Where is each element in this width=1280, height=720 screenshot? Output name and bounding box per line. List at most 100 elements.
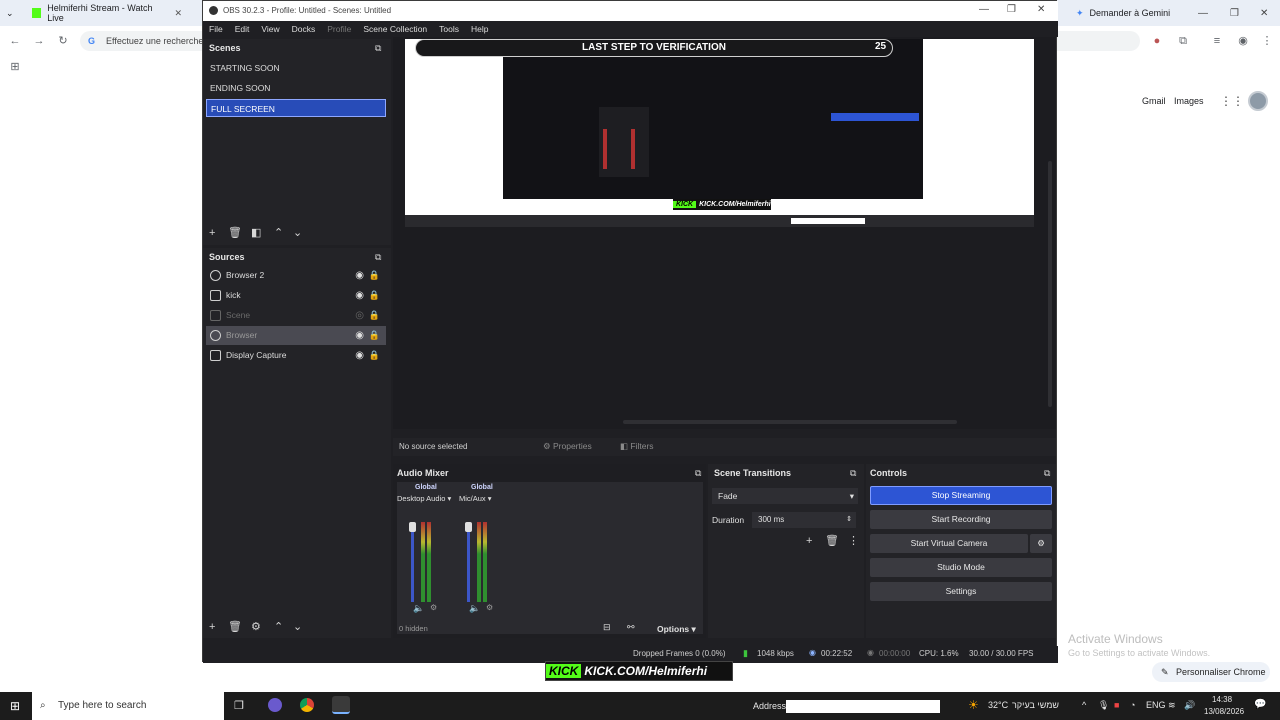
add-scene-icon[interactable]: + <box>209 227 215 239</box>
menu-docks[interactable]: Docks <box>292 21 316 37</box>
obs-maximize-button[interactable]: ❐ <box>1007 4 1016 15</box>
gemini-button[interactable]: ✦ Demander à Gemini <box>1076 3 1170 23</box>
address-toolbar-input[interactable] <box>786 700 940 713</box>
desktop-audio-fader[interactable] <box>411 522 414 602</box>
scene-item-full-screen[interactable]: FULL SECREEN <box>206 99 386 117</box>
move-up-icon[interactable]: ⌃ <box>274 621 283 633</box>
lock-icon[interactable]: 🔒 <box>369 306 380 325</box>
volume-icon[interactable]: 🔊 <box>1184 700 1195 711</box>
google-apps-icon[interactable]: ⋮⋮ <box>1220 94 1244 108</box>
add-transition-icon[interactable]: + <box>806 535 812 547</box>
profile-icon[interactable]: ◉ <box>1236 34 1250 48</box>
move-down-icon[interactable]: ⌄ <box>293 621 302 633</box>
tab-helmiferhi-stream[interactable]: Helmiferhi Stream - Watch Live ✕ <box>32 3 182 23</box>
close-window-button[interactable]: ✕ <box>1260 3 1268 23</box>
move-up-icon[interactable]: ⌃ <box>274 227 283 239</box>
chrome-menu-icon[interactable]: ⋮ <box>1260 34 1274 48</box>
speaker-icon[interactable]: 🔈 <box>469 603 480 614</box>
source-item-browser[interactable]: Browser ◉ 🔒 <box>206 326 386 345</box>
menu-tools[interactable]: Tools <box>439 21 459 37</box>
weather-temp[interactable]: 32°C <box>988 700 1008 710</box>
stepper-icon[interactable]: ⇕ <box>846 512 852 528</box>
microphone-icon[interactable]: 🎙 <box>1098 700 1109 711</box>
stop-streaming-button[interactable]: Stop Streaming <box>870 486 1052 505</box>
fader-knob[interactable] <box>465 522 472 532</box>
menu-view[interactable]: View <box>261 21 279 37</box>
virtual-camera-settings-button[interactable]: ⚙ <box>1030 534 1052 553</box>
transition-more-icon[interactable]: ⋮ <box>848 535 859 547</box>
images-link[interactable]: Images <box>1174 96 1204 106</box>
sources-dock-menu-icon[interactable]: ⧉ <box>375 251 381 263</box>
remove-transition-icon[interactable]: 🗑 <box>825 535 839 547</box>
audio-dock-menu-icon[interactable]: ⧉ <box>695 467 701 479</box>
scenes-dock-menu-icon[interactable]: ⧉ <box>375 42 381 54</box>
channel-name-mic-aux[interactable]: Mic/Aux ▾ <box>459 494 492 503</box>
tray-app-icon[interactable]: ■ <box>1114 700 1119 710</box>
eye-icon[interactable]: ◉ <box>355 286 364 305</box>
tab-search-icon-button[interactable]: ⌄ <box>6 3 14 23</box>
transition-select[interactable]: Fade ▾ <box>712 488 858 504</box>
back-icon[interactable]: ← <box>8 34 22 48</box>
filters-button[interactable]: ◧ Filters <box>620 441 654 452</box>
tray-chevron-icon[interactable]: ^ <box>1082 700 1086 710</box>
obs-close-button[interactable]: ✕ <box>1037 4 1045 15</box>
language-indicator[interactable]: ENG <box>1146 700 1166 710</box>
controls-dock-menu-icon[interactable]: ⧉ <box>1044 467 1050 479</box>
reload-icon[interactable]: ↻ <box>56 34 70 48</box>
preview-scrollbar[interactable] <box>623 420 957 424</box>
lock-icon[interactable]: 🔒 <box>369 326 380 345</box>
channel-name-desktop-audio[interactable]: Desktop Audio ▾ <box>397 494 451 503</box>
preview-vertical-scrollbar[interactable] <box>1048 161 1052 407</box>
source-properties-icon[interactable]: ⚙ <box>251 621 261 633</box>
obs-active-taskbar-icon[interactable] <box>332 696 350 714</box>
move-down-icon[interactable]: ⌄ <box>293 227 302 239</box>
task-view-icon[interactable]: ❐ <box>234 699 244 712</box>
start-virtual-camera-button[interactable]: Start Virtual Camera <box>870 534 1028 553</box>
mixer-layout-icon[interactable]: ⊟ <box>603 622 611 633</box>
menu-file[interactable]: File <box>209 21 223 37</box>
forward-icon[interactable]: → <box>32 34 46 48</box>
scene-filter-icon[interactable]: ◧ <box>251 227 261 239</box>
avatar[interactable] <box>1248 91 1268 111</box>
close-icon[interactable]: ✕ <box>174 8 182 19</box>
menu-profile[interactable]: Profile <box>327 21 351 37</box>
eye-hidden-icon[interactable]: ◎ <box>355 306 364 325</box>
eye-icon[interactable]: ◉ <box>355 326 364 345</box>
extension-cookie-icon[interactable]: ● <box>1150 34 1164 48</box>
media-controls-icon[interactable]: ≡ <box>1210 34 1224 48</box>
obs-taskbar-icon[interactable] <box>268 698 282 712</box>
notification-icon[interactable]: 💬 <box>1254 699 1266 710</box>
transitions-dock-menu-icon[interactable]: ⧉ <box>850 467 856 479</box>
remove-source-icon[interactable]: 🗑 <box>228 621 242 633</box>
lock-icon[interactable]: 🔒 <box>369 266 380 285</box>
extensions-icon[interactable]: ⧉ <box>1176 34 1190 48</box>
lock-icon[interactable]: 🔒 <box>369 346 380 365</box>
source-item-kick[interactable]: kick ◉ 🔒 <box>206 286 386 305</box>
source-item-display-capture[interactable]: Display Capture ◉ 🔒 <box>206 346 386 365</box>
taskbar-search-input[interactable]: ⌕ Type here to search <box>32 692 224 720</box>
customize-chrome-button[interactable]: ✎ Personnaliser Chrome <box>1152 662 1270 682</box>
settings-button[interactable]: Settings <box>870 582 1052 601</box>
omnibox[interactable]: G Effectuez une recherche <box>80 31 205 51</box>
fader-knob[interactable] <box>409 522 416 532</box>
mic-aux-fader[interactable] <box>467 522 470 602</box>
scene-item-starting-soon[interactable]: STARTING SOON <box>206 59 386 77</box>
scene-item-ending-soon[interactable]: ENDING SOON <box>206 79 386 97</box>
speaker-icon[interactable]: 🔈 <box>413 603 424 614</box>
wifi-icon[interactable]: ≋ <box>1168 700 1176 711</box>
mixer-link-icon[interactable]: ⚯ <box>627 622 635 633</box>
audio-settings-icon[interactable]: ⚙ <box>486 603 493 612</box>
menu-scene-collection[interactable]: Scene Collection <box>363 21 427 37</box>
chrome-taskbar-icon[interactable] <box>300 698 314 712</box>
start-recording-button[interactable]: Start Recording <box>870 510 1052 529</box>
menu-edit[interactable]: Edit <box>235 21 250 37</box>
mixer-options-button[interactable]: Options ▾ <box>657 624 696 635</box>
eye-icon[interactable]: ◉ <box>355 346 364 365</box>
add-source-icon[interactable]: + <box>209 621 215 633</box>
remove-scene-icon[interactable]: 🗑 <box>228 227 242 239</box>
gmail-link[interactable]: Gmail <box>1142 96 1166 106</box>
lock-icon[interactable]: 🔒 <box>369 286 380 305</box>
apps-grid-icon[interactable]: ⊞ <box>8 60 22 74</box>
restore-button[interactable]: ❐ <box>1230 3 1239 23</box>
source-item-browser-2[interactable]: Browser 2 ◉ 🔒 <box>206 266 386 285</box>
